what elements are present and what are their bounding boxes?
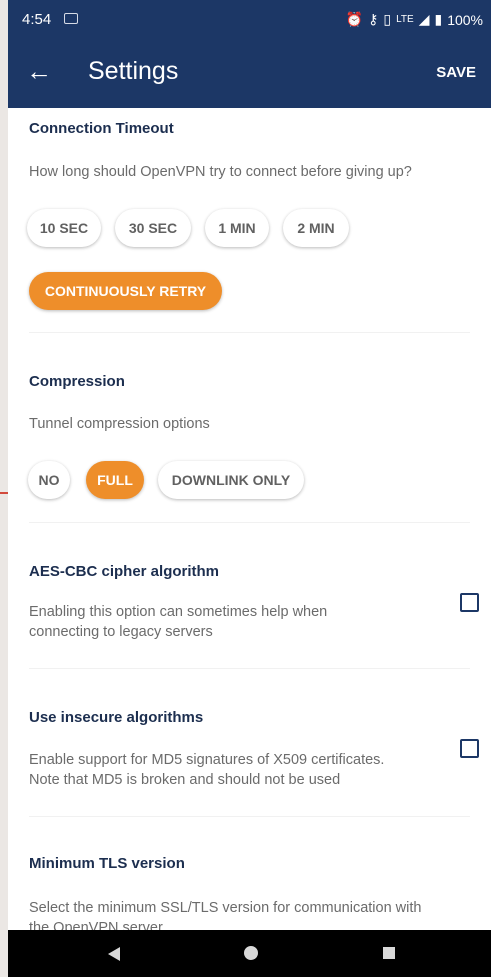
divider [29,332,470,333]
battery-percent: 100% [447,11,483,28]
timeout-continuously-retry-chip[interactable]: CONTINUOUSLY RETRY [29,272,222,310]
lte-label: LTE [396,14,414,25]
divider [29,522,470,523]
timeout-1-min-chip[interactable]: 1 MIN [205,209,269,247]
battery-icon: ▮ [434,11,443,27]
aes-cbc-title: AES-CBC cipher algorithm [29,563,220,580]
compression-description: Tunnel compression options [29,416,210,432]
min-tls-title: Minimum TLS version [29,855,185,872]
aes-cbc-checkbox[interactable] [460,593,479,612]
aes-cbc-description-line2: connecting to legacy servers [29,624,213,640]
aes-cbc-description-line1: Enabling this option can sometimes help … [29,604,328,620]
timeout-10-sec-chip[interactable]: 10 SEC [27,209,101,247]
status-bar: 4:54 ⏰ ⚷ ▯ LTE ◢ ▮ 100% [8,0,491,40]
divider [29,668,470,669]
insecure-algorithms-title: Use insecure algorithms [29,709,204,726]
connection-timeout-title: Connection Timeout [29,120,174,137]
app-bar: ← Settings SAVE [8,40,491,108]
insecure-algorithms-checkbox[interactable] [460,739,479,758]
compression-title: Compression [29,373,125,390]
vpn-key-icon: ⚷ [368,11,379,27]
timeout-30-sec-chip[interactable]: 30 SEC [115,209,191,247]
page-title: Settings [88,57,179,85]
timeout-2-min-chip[interactable]: 2 MIN [283,209,349,247]
vibrate-icon: ▯ [383,11,392,27]
nav-recents-icon[interactable] [383,947,395,959]
connection-timeout-description: How long should OpenVPN try to connect b… [29,164,412,180]
arrow-back-icon[interactable]: ← [26,58,52,84]
status-icons: ⏰ ⚷ ▯ LTE ◢ ▮ 100% [346,11,483,28]
min-tls-description-line1: Select the minimum SSL/TLS version for c… [29,900,422,916]
status-time: 4:54 [22,11,52,28]
system-nav-bar [8,930,491,977]
message-icon [64,13,78,24]
save-button[interactable]: SAVE [436,64,476,81]
signal-icon: ◢ [418,11,430,27]
nav-back-icon[interactable] [108,947,120,961]
insecure-description-line2: Note that MD5 is broken and should not b… [29,772,341,788]
alarm-icon: ⏰ [345,11,364,27]
phone-screen: 4:54 ⏰ ⚷ ▯ LTE ◢ ▮ 100% ← Settings SAVE … [8,0,491,977]
compression-downlink-only-chip[interactable]: DOWNLINK ONLY [158,461,304,499]
compression-no-chip[interactable]: NO [28,461,70,499]
nav-home-icon[interactable] [244,946,258,960]
insecure-description-line1: Enable support for MD5 signatures of X50… [29,752,385,768]
divider [29,816,470,817]
compression-full-chip[interactable]: FULL [86,461,144,499]
